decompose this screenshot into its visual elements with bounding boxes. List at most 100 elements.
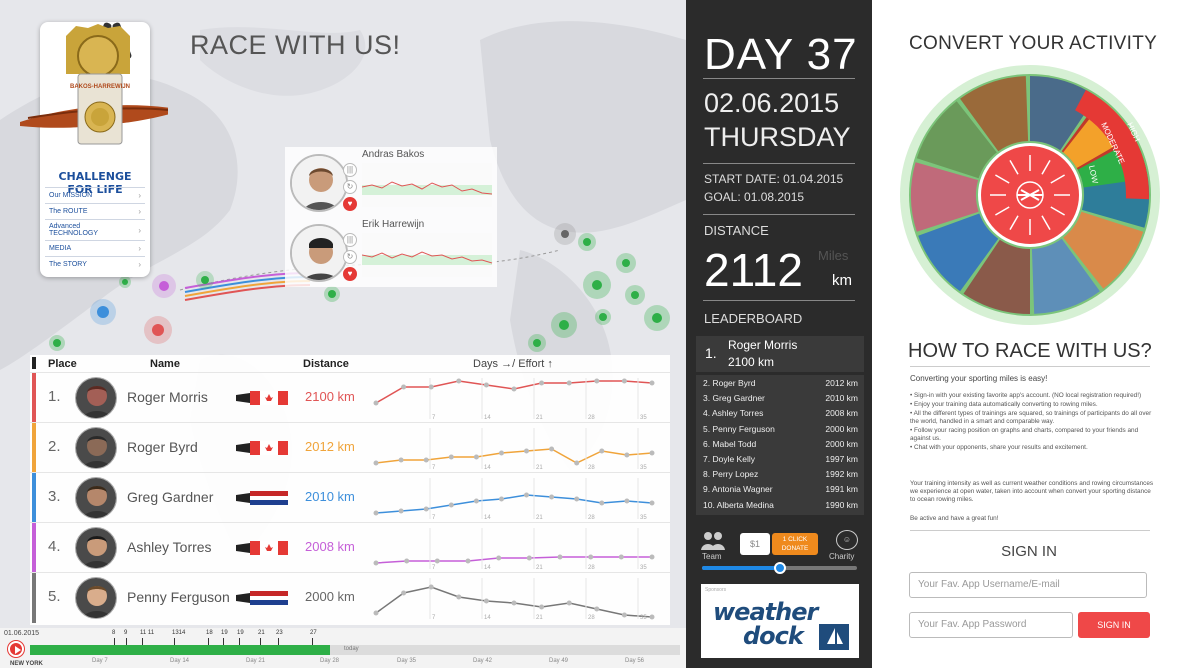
play-icon[interactable] — [8, 641, 24, 657]
menu-item-technology[interactable]: Advanced TECHNOLOGY › — [45, 219, 145, 240]
menu-item-story[interactable]: The STORY › — [45, 256, 145, 272]
chevron-right-icon: › — [138, 244, 141, 253]
timeline-tick-mark — [174, 638, 175, 645]
svg-text:14: 14 — [484, 465, 491, 471]
sponsor-box[interactable]: Sponsors weather dock — [701, 584, 859, 658]
table-row[interactable]: 5. Penny Ferguson 2000 km 7 14 21 28 35 — [30, 572, 670, 623]
timeline-tick-mark — [126, 638, 127, 645]
table-row[interactable]: 2. Roger Byrd 2012 km 7 14 21 28 35 — [30, 422, 670, 473]
team-icon[interactable] — [700, 530, 726, 550]
svg-text:21: 21 — [536, 465, 543, 471]
leaderboard-entry[interactable]: 2. Roger Byrd 2012 km — [703, 378, 858, 393]
row-color-bar — [32, 473, 36, 523]
chart-icon[interactable]: ||| — [343, 233, 357, 247]
svg-text:14: 14 — [484, 615, 491, 621]
table-row[interactable]: 1. Roger Morris 2100 km 7 14 21 28 35 — [30, 372, 670, 423]
timeline-day-label: Day 42 — [473, 658, 493, 664]
row-name: Penny Ferguson — [127, 589, 230, 605]
donation-amount[interactable]: $1 — [740, 533, 770, 555]
chevron-right-icon: › — [138, 225, 141, 235]
leaderboard-leader[interactable]: 1. Roger Morris 2100 km — [696, 336, 864, 372]
password-field[interactable]: Your Fav. App Password — [909, 612, 1073, 638]
timeline-remaining[interactable] — [330, 645, 680, 655]
avatar — [75, 477, 117, 519]
timeline-tick: 23 — [276, 630, 283, 636]
timeline: 01.06.2015 today NEW YORK 8 9 11 11 1314 18 1… — [0, 628, 686, 668]
signin-title: SIGN IN — [1001, 543, 1057, 560]
row-trend-chart: 7 14 21 28 35 — [373, 378, 655, 421]
signin-button[interactable]: SIGN IN — [1078, 612, 1150, 638]
status-panel: DAY 37 02.06.2015 THURSDAY START DATE: 0… — [686, 0, 872, 668]
menu-item-route[interactable]: The ROUTE › — [45, 203, 145, 219]
start-date: START DATE: 01.04.2015 — [704, 172, 844, 186]
donate-button[interactable]: 1 CLICK DONATE — [772, 533, 818, 555]
avatar — [75, 377, 117, 419]
racer-card[interactable]: Erik Harrewijn ||| ↻ ♥ — [290, 219, 495, 285]
leader-distance: 2100 km — [728, 355, 775, 369]
username-field[interactable]: Your Fav. App Username/E-mail — [909, 572, 1147, 598]
refresh-icon[interactable]: ↻ — [343, 250, 357, 264]
leaderboard-entry[interactable]: 7. Doyle Kelly 1997 km — [703, 454, 858, 469]
timeline-tick: 19 — [237, 630, 244, 636]
racer-name: Andras Bakos — [362, 149, 425, 160]
menu-item-media[interactable]: MEDIA › — [45, 240, 145, 256]
charity-icon[interactable]: ☺ — [836, 530, 858, 550]
leaderboard-entry[interactable]: 3. Greg Gardner 2010 km — [703, 393, 858, 408]
logo-menu: Our MISSION › The ROUTE › Advanced TECHNOL… — [45, 187, 145, 272]
timeline-location: NEW YORK — [10, 661, 43, 667]
svg-text:14: 14 — [484, 515, 491, 521]
unit-km-toggle[interactable]: km — [832, 272, 852, 289]
table-row[interactable]: 4. Ashley Torres 2008 km 7 14 21 28 35 — [30, 522, 670, 573]
svg-text:35: 35 — [640, 615, 647, 621]
svg-text:14: 14 — [484, 415, 491, 421]
timeline-progress[interactable] — [30, 645, 330, 655]
racer-chart — [362, 163, 492, 207]
timeline-tick-mark — [312, 638, 313, 645]
table-row[interactable]: 3. Greg Gardner 2010 km 7 14 21 28 35 — [30, 472, 670, 523]
timeline-tick: 18 — [206, 630, 213, 636]
howto-title: HOW TO RACE WITH US? — [908, 340, 1152, 362]
leaderboard-entry[interactable]: 5. Penny Ferguson 2000 km — [703, 424, 858, 439]
row-name: Ashley Torres — [127, 539, 212, 555]
svg-text:21: 21 — [536, 565, 543, 571]
chart-icon[interactable]: ||| — [343, 163, 357, 177]
row-color-bar — [32, 573, 36, 623]
leaderboard-entry[interactable]: 4. Ashley Torres 2008 km — [703, 408, 858, 423]
chevron-right-icon: › — [138, 191, 141, 200]
header-days-effort[interactable]: Days →/ Effort ↑ — [473, 358, 553, 370]
avatar — [75, 577, 117, 619]
timeline-tick-mark — [278, 638, 279, 645]
header-place: Place — [48, 358, 77, 370]
row-place: 5. — [48, 588, 61, 605]
racer-card[interactable]: Andras Bakos ||| ↻ ♥ — [290, 149, 495, 215]
logo-badge-text: BAKOS-HARREWIJN — [70, 84, 130, 90]
team-label: Team — [702, 552, 722, 561]
map-panel: RACE WITH US! BAKOS-HARREWIJN CHALLENGE … — [0, 0, 686, 668]
donation-slider[interactable] — [702, 562, 857, 574]
goal-date: GOAL: 01.08.2015 — [704, 190, 805, 204]
timeline-tick-mark — [208, 638, 209, 645]
activity-wheel[interactable]: LOW MODERATE HIGH — [899, 64, 1161, 326]
slider-handle[interactable] — [773, 562, 786, 574]
svg-text:35: 35 — [640, 515, 647, 521]
leaderboard-entry[interactable]: 9. Antonia Wagner 1991 km — [703, 484, 858, 499]
leaderboard-entry[interactable]: 8. Perry Lopez 1992 km — [703, 469, 858, 484]
menu-item-mission[interactable]: Our MISSION › — [45, 187, 145, 203]
heart-icon[interactable]: ♥ — [343, 197, 357, 211]
svg-text:7: 7 — [432, 515, 436, 521]
sponsor-label: Sponsors — [705, 587, 727, 593]
svg-text:28: 28 — [588, 615, 595, 621]
unit-miles-toggle[interactable]: Miles — [818, 248, 848, 263]
timeline-start-date: 01.06.2015 — [4, 630, 40, 637]
leaderboard-entry[interactable]: 6. Mabel Todd 2000 km — [703, 439, 858, 454]
heart-icon[interactable]: ♥ — [343, 267, 357, 281]
avatar — [75, 427, 117, 469]
row-color-bar — [32, 423, 36, 473]
timeline-tick-mark — [114, 638, 115, 645]
convert-title: CONVERT YOUR ACTIVITY — [909, 33, 1158, 54]
leaderboard-entry[interactable]: 10. Alberta Medina 1990 km — [703, 500, 858, 515]
svg-text:7: 7 — [432, 415, 436, 421]
challenge-logo: BAKOS-HARREWIJN — [20, 22, 168, 145]
row-trend-chart: 7 14 21 28 35 — [373, 478, 655, 521]
refresh-icon[interactable]: ↻ — [343, 180, 357, 194]
